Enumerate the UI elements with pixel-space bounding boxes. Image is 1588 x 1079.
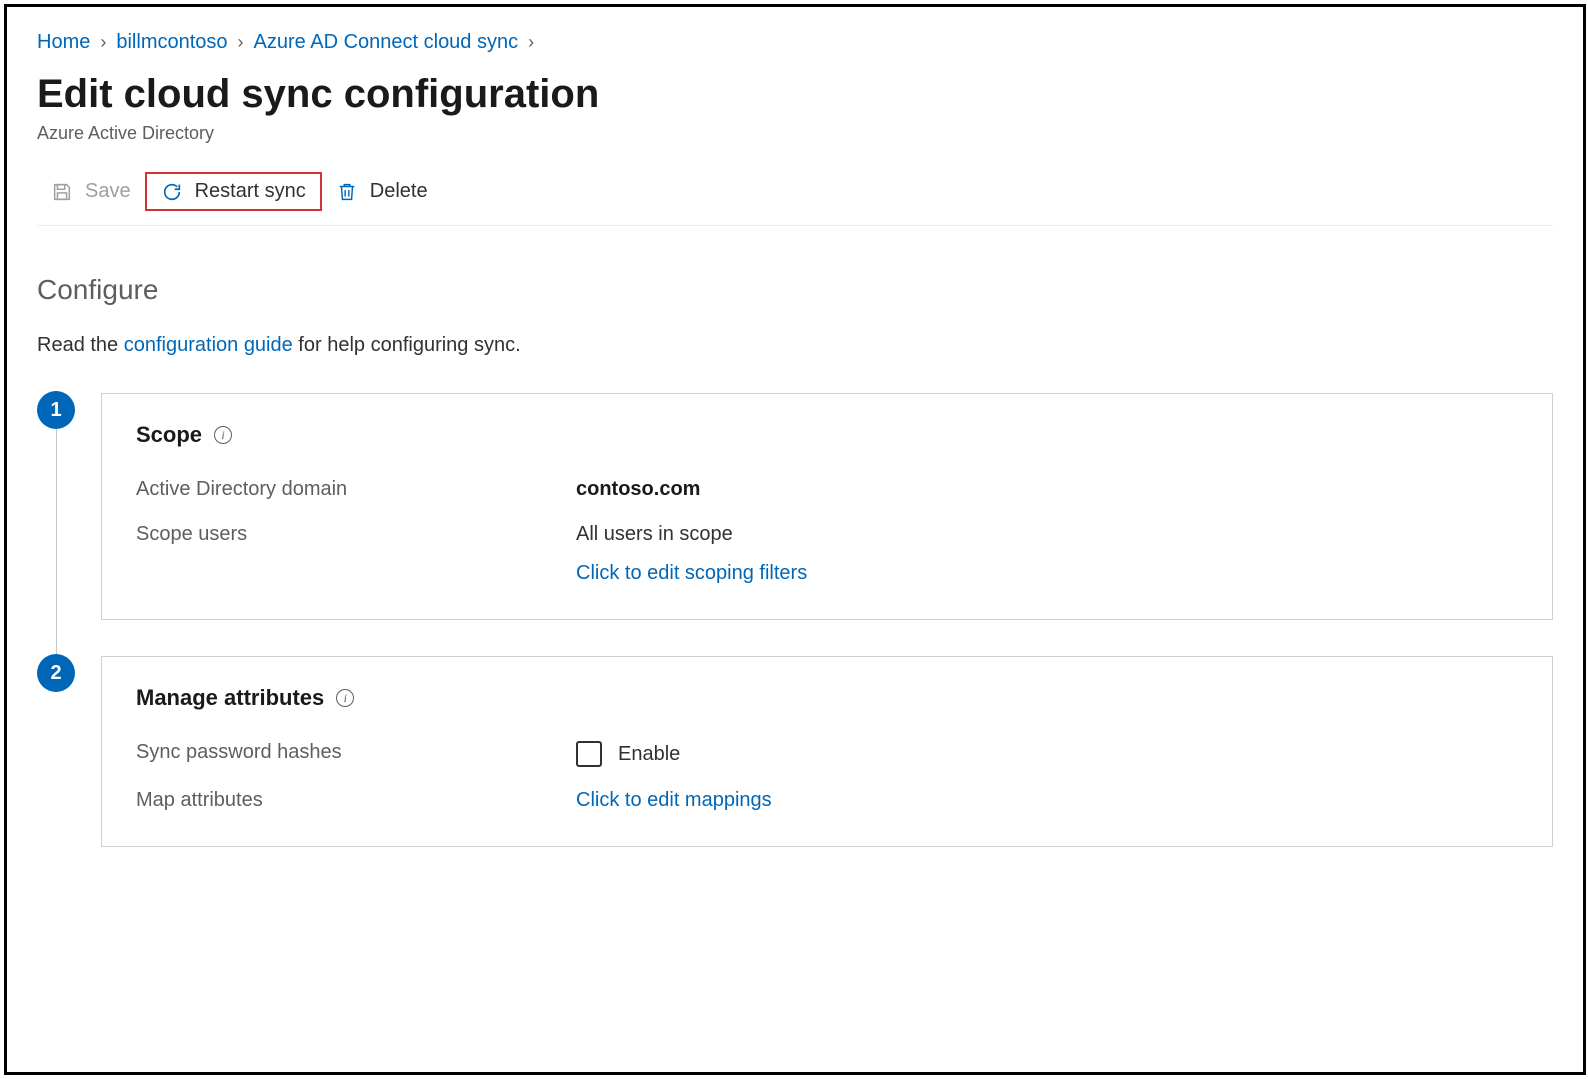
edit-mappings-link[interactable]: Click to edit mappings [576,789,772,811]
configuration-guide-link[interactable]: configuration guide [124,334,293,356]
info-icon[interactable]: i [214,426,232,444]
breadcrumb-feature[interactable]: Azure AD Connect cloud sync [254,31,519,54]
sync-password-hashes-label: Sync password hashes [136,741,576,764]
scope-users-label: Scope users [136,523,576,546]
manage-attributes-card: Manage attributes i Sync password hashes… [101,656,1553,847]
domain-value: contoso.com [576,478,1518,501]
step-1-badge: 1 [37,391,75,429]
restart-sync-button-label: Restart sync [195,180,306,203]
manage-attributes-card-title: Manage attributes i [136,685,1518,711]
enable-checkbox[interactable] [576,741,602,767]
domain-label: Active Directory domain [136,478,576,501]
page-subtitle: Azure Active Directory [37,123,1553,144]
scope-card: Scope i Active Directory domain contoso.… [101,393,1553,620]
step-2-badge: 2 [37,654,75,692]
chevron-right-icon: › [528,32,534,53]
breadcrumb-home[interactable]: Home [37,31,90,54]
enable-checkbox-row: Enable [576,741,1518,767]
info-icon[interactable]: i [336,689,354,707]
delete-button[interactable]: Delete [322,174,442,209]
page-title: Edit cloud sync configuration [37,72,1553,117]
step-connector-line [56,429,57,656]
map-attributes-label: Map attributes [136,789,576,812]
delete-button-label: Delete [370,180,428,203]
toolbar: Save Restart sync Delete [37,172,1553,226]
manage-attributes-title-text: Manage attributes [136,685,324,711]
configure-help-text: Read the configuration guide for help co… [37,334,1553,357]
breadcrumb-tenant[interactable]: billmcontoso [116,31,227,54]
trash-icon [336,181,358,203]
scope-step: 1 Scope i Active Directory domain contos… [37,393,1553,620]
enable-checkbox-label: Enable [618,743,680,766]
save-button[interactable]: Save [37,174,145,209]
manage-attributes-step: 2 Manage attributes i Sync password hash… [37,656,1553,847]
restart-sync-button[interactable]: Restart sync [145,172,322,211]
configure-heading: Configure [37,274,1553,306]
chevron-right-icon: › [238,32,244,53]
scope-users-value: All users in scope [576,523,1518,546]
edit-scoping-filters-link[interactable]: Click to edit scoping filters [576,562,1518,585]
save-icon [51,181,73,203]
scope-title-text: Scope [136,422,202,448]
chevron-right-icon: › [100,32,106,53]
save-button-label: Save [85,180,131,203]
scope-card-title: Scope i [136,422,1518,448]
help-prefix: Read the [37,334,124,356]
help-suffix: for help configuring sync. [293,334,521,356]
refresh-icon [161,181,183,203]
breadcrumb: Home › billmcontoso › Azure AD Connect c… [37,31,1553,54]
